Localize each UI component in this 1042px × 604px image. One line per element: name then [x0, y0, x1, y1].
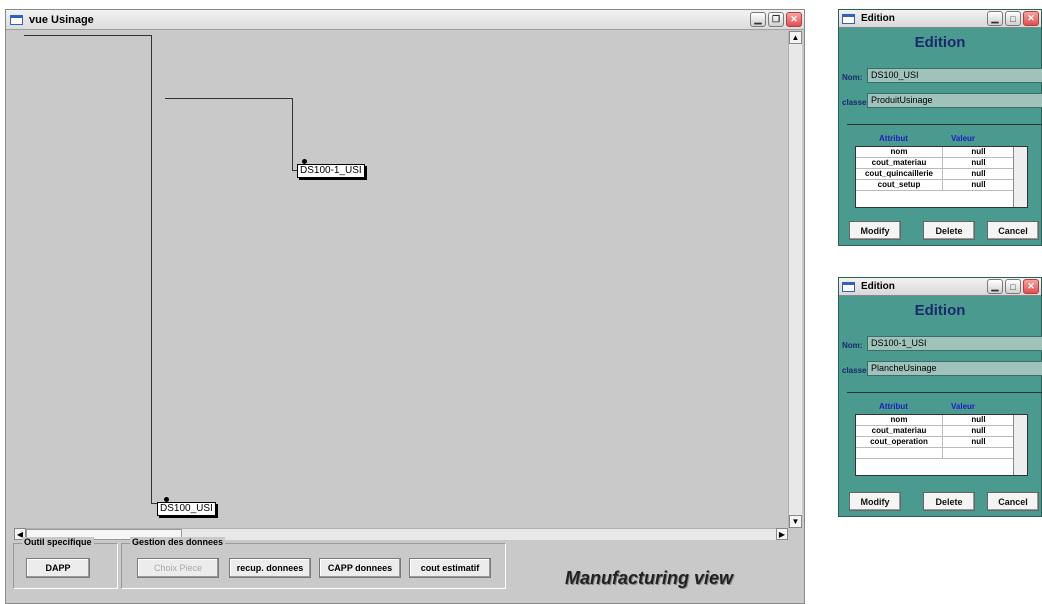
cout-estimatif-button[interactable]: cout estimatif [409, 558, 491, 578]
section-divider [847, 392, 1042, 393]
attr-cell [856, 448, 943, 458]
table-row[interactable] [856, 448, 1027, 459]
tab-valeur[interactable]: Valeur [951, 134, 975, 143]
scroll-right-icon[interactable]: ▶ [776, 528, 788, 540]
connector-line [24, 35, 151, 36]
attr-cell: cout_materiau [856, 426, 943, 436]
connector-line [165, 98, 292, 99]
connector-line [151, 35, 152, 503]
table-scrollbar[interactable] [1013, 147, 1027, 207]
usinage-canvas[interactable]: DS100-1_USI DS100_USI [14, 31, 788, 528]
gestion-group-label: Gestion des donnees [130, 537, 226, 547]
value-cell[interactable]: null [943, 415, 1014, 425]
edition-titlebar[interactable]: Edition ▁ □ ✕ [839, 278, 1041, 296]
table-row[interactable]: cout_quincaillerie null [856, 169, 1027, 180]
table-row[interactable]: nom null [856, 147, 1027, 158]
edition-window-title: Edition [861, 281, 895, 292]
close-button[interactable]: ✕ [786, 12, 802, 27]
restore-button[interactable]: ❐ [768, 12, 784, 27]
modify-button[interactable]: Modify [849, 221, 901, 240]
main-titlebar[interactable]: vue Usinage ▁ ❐ ✕ [6, 10, 804, 30]
cancel-button[interactable]: Cancel [987, 221, 1039, 240]
vertical-scrollbar[interactable]: ▲ ▼ [788, 31, 802, 528]
maximize-button[interactable]: □ [1005, 279, 1021, 294]
table-row[interactable]: nom null [856, 415, 1027, 426]
section-divider [847, 124, 1042, 125]
scroll-down-icon[interactable]: ▼ [789, 515, 802, 528]
value-cell[interactable]: null [943, 426, 1014, 436]
cancel-button[interactable]: Cancel [987, 492, 1039, 511]
close-button[interactable]: ✕ [1023, 279, 1039, 294]
node-ds100-1-usi[interactable]: DS100-1_USI [297, 164, 365, 178]
edition-window-2: Edition ▁ □ ✕ Edition Nom: DS100-1_USI c… [838, 277, 1042, 517]
scroll-up-icon[interactable]: ▲ [789, 31, 802, 44]
table-row[interactable]: cout_operation null [856, 437, 1027, 448]
maximize-button[interactable]: □ [1005, 11, 1021, 26]
table-row[interactable]: cout_materiau null [856, 158, 1027, 169]
tab-valeur[interactable]: Valeur [951, 402, 975, 411]
attribute-table: nom null cout_materiau null cout_quincaill… [855, 146, 1028, 208]
classe-field[interactable]: ProduitUsinage [867, 93, 1042, 108]
main-window: vue Usinage ▁ ❐ ✕ DS100-1_USI DS100_USI … [5, 9, 805, 604]
attr-cell: nom [856, 415, 943, 425]
value-cell[interactable]: null [943, 180, 1014, 190]
classe-label: classe: [842, 366, 870, 375]
nom-field[interactable]: DS100-1_USI [867, 336, 1042, 351]
attr-cell: cout_quincaillerie [856, 169, 943, 179]
tab-attribut[interactable]: Attribut [879, 402, 908, 411]
attr-cell: cout_materiau [856, 158, 943, 168]
choix-piece-button[interactable]: Choix Piece [137, 558, 219, 578]
tab-attribut[interactable]: Attribut [879, 134, 908, 143]
recup-donnees-button[interactable]: recup. donnees [229, 558, 311, 578]
table-row[interactable]: cout_materiau null [856, 426, 1027, 437]
nom-label: Nom: [842, 341, 863, 350]
nom-label: Nom: [842, 73, 863, 82]
main-window-title: vue Usinage [29, 13, 94, 26]
attr-cell: nom [856, 147, 943, 157]
delete-button[interactable]: Delete [923, 221, 975, 240]
gestion-donnees-group: Gestion des donnees Choix Piece recup. d… [121, 537, 506, 589]
delete-button[interactable]: Delete [923, 492, 975, 511]
minimize-button[interactable]: ▁ [987, 279, 1003, 294]
dapp-button[interactable]: DAPP [26, 558, 90, 578]
outil-group-label: Outil specifique [22, 537, 94, 547]
attribute-table: nom null cout_materiau null cout_operation… [855, 414, 1028, 476]
edition-heading: Edition [914, 302, 966, 319]
edition-heading: Edition [914, 34, 966, 51]
value-cell[interactable]: null [943, 169, 1014, 179]
manufacturing-view-caption: Manufacturing view [565, 568, 734, 588]
outil-specifique-group: Outil specifique DAPP [13, 537, 118, 589]
classe-label: classe: [842, 98, 870, 107]
capp-donnees-button[interactable]: CAPP donnees [319, 558, 401, 578]
nom-field[interactable]: DS100_USI [867, 68, 1042, 83]
edition-window-title: Edition [861, 13, 895, 24]
minimize-button[interactable]: ▁ [987, 11, 1003, 26]
value-cell[interactable]: null [943, 158, 1014, 168]
edition-window-1: Edition ▁ □ ✕ Edition Nom: DS100_USI cla… [838, 9, 1042, 246]
value-cell[interactable]: null [943, 147, 1014, 157]
edition-titlebar[interactable]: Edition ▁ □ ✕ [839, 10, 1041, 28]
window-icon [842, 281, 855, 292]
table-row[interactable]: cout_setup null [856, 180, 1027, 191]
table-scrollbar[interactable] [1013, 415, 1027, 475]
window-icon [10, 14, 23, 25]
minimize-button[interactable]: ▁ [750, 12, 766, 27]
connector-line [292, 98, 293, 170]
close-button[interactable]: ✕ [1023, 11, 1039, 26]
attr-cell: cout_setup [856, 180, 943, 190]
modify-button[interactable]: Modify [849, 492, 901, 511]
classe-field[interactable]: PlancheUsinage [867, 361, 1042, 376]
value-cell[interactable] [943, 448, 1014, 458]
window-icon [842, 13, 855, 24]
node-ds100-usi[interactable]: DS100_USI [157, 502, 216, 516]
attr-cell: cout_operation [856, 437, 943, 447]
value-cell[interactable]: null [943, 437, 1014, 447]
